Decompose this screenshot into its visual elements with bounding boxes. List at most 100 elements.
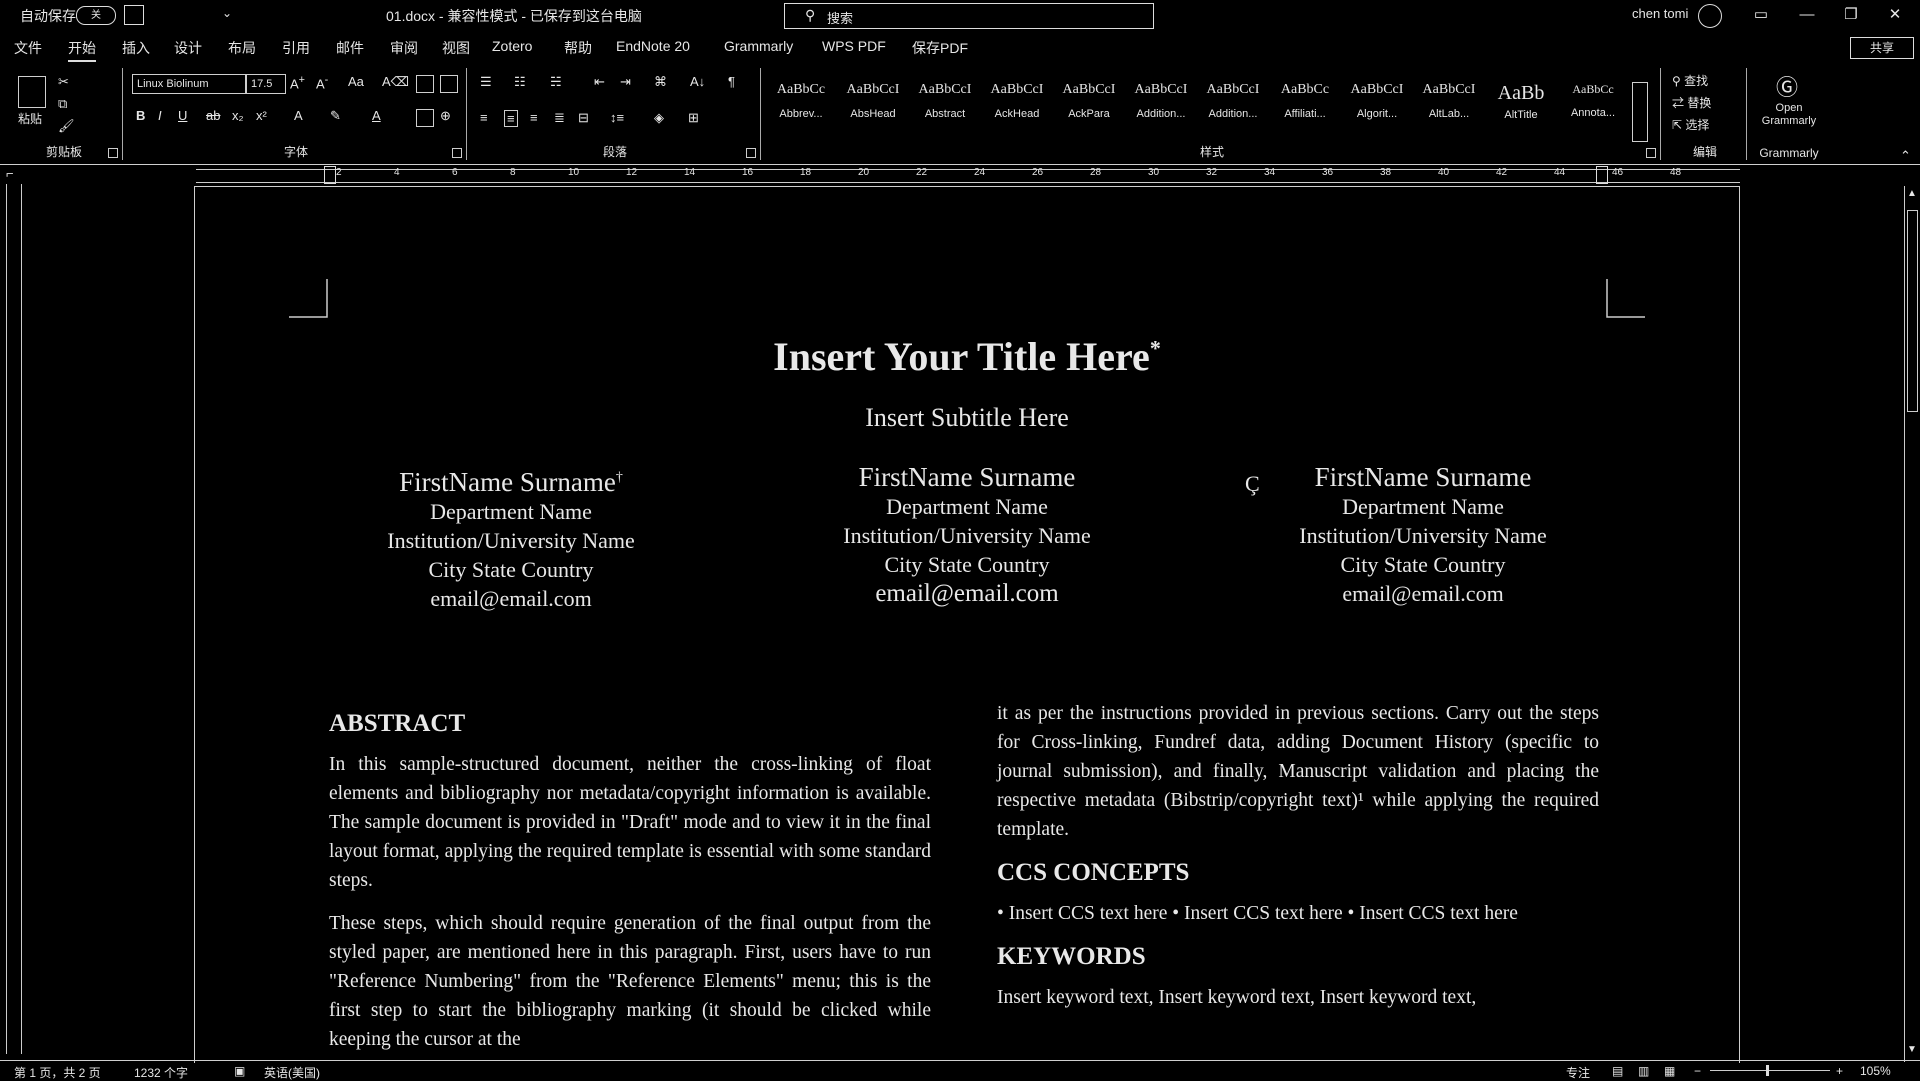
style-alttitle[interactable]: AaBb AltTitle [1486,82,1556,132]
zoom-slider-track[interactable] [1710,1070,1830,1071]
strikethrough-icon[interactable]: ab [206,108,220,123]
line-spacing-icon[interactable]: ↕≡ [610,110,624,125]
grammarly-icon[interactable]: Ⓖ [1776,70,1798,102]
format-painter-icon[interactable]: 🖌 [58,118,75,134]
subscript-icon[interactable]: x₂ [232,108,244,123]
copy-icon[interactable]: ⧉ [58,96,67,112]
scroll-down-icon[interactable]: ▼ [1907,1044,1917,1055]
clipboard-launcher-icon[interactable] [108,148,118,158]
shrink-font-icon[interactable]: A- [316,74,328,91]
sort-icon[interactable]: A↓ [690,74,705,89]
scrollbar-thumb[interactable] [1907,210,1918,412]
zoom-level[interactable]: 105% [1860,1064,1891,1078]
tab-save-pdf[interactable]: 保存PDF [912,38,968,58]
character-shading-icon[interactable] [416,109,434,127]
style-addition-1[interactable]: AaBbCcI Addition... [1126,82,1196,132]
vertical-scrollbar[interactable]: ▲ ▼ [1904,186,1919,1062]
cut-icon[interactable]: ✂ [58,74,69,90]
style-annotation[interactable]: AaBbCc Annota... [1558,82,1628,132]
zoom-slider-knob[interactable] [1766,1065,1769,1076]
character-border-icon[interactable] [440,75,458,93]
show-marks-icon[interactable]: ¶ [728,74,735,89]
replace-button[interactable]: ⇄ 替换 [1672,94,1711,111]
grow-font-icon[interactable]: A+ [290,74,305,91]
right-indent-marker[interactable] [1596,166,1608,184]
word-count[interactable]: 1232 个字 [134,1064,188,1081]
phonetic-guide-icon[interactable] [416,75,434,93]
open-grammarly-button[interactable]: Open Grammarly [1752,102,1826,128]
tab-file[interactable]: 文件 [14,38,42,58]
paragraph-launcher-icon[interactable] [746,148,756,158]
style-altlabel[interactable]: AaBbCcI AltLab... [1414,82,1484,132]
read-mode-icon[interactable]: ▤ [1612,1064,1623,1078]
align-left-icon[interactable]: ≡ [480,110,488,125]
style-ackhead[interactable]: AaBbCcI AckHead [982,82,1052,132]
tab-wps-pdf[interactable]: WPS PDF [822,38,886,54]
tab-zotero[interactable]: Zotero [492,38,532,54]
style-addition-2[interactable]: AaBbCcI Addition... [1198,82,1268,132]
distributed-icon[interactable]: ⊟ [578,110,589,126]
left-column[interactable]: ABSTRACT In this sample-structured docum… [329,703,931,1063]
paper-title[interactable]: Insert Your Title Here* [195,333,1739,380]
change-case-icon[interactable]: Aa [348,74,364,89]
document-page[interactable]: Insert Your Title Here* Insert Subtitle … [194,186,1740,1063]
minimize-icon[interactable]: — [1794,3,1820,27]
focus-mode-button[interactable]: 专注 [1566,1064,1590,1081]
customize-quick-access-icon[interactable]: ⌄ [222,6,232,20]
borders-icon[interactable]: ⊞ [688,110,699,126]
style-algorithm[interactable]: AaBbCcI Algorit... [1342,82,1412,132]
decrease-indent-icon[interactable]: ⇤ [594,74,605,90]
close-icon[interactable]: ✕ [1882,3,1908,27]
superscript-icon[interactable]: x² [256,108,267,123]
language-indicator[interactable]: 英语(美国) [264,1064,320,1081]
page-count[interactable]: 第 1 页，共 2 页 [14,1064,101,1081]
search-box[interactable]: ⚲ 搜索 [784,3,1154,29]
font-name-box[interactable]: Linux Biolinum [132,74,246,94]
style-abbrev[interactable]: AaBbCc Abbrev... [766,82,836,132]
tab-selector-icon[interactable]: ⌐ [6,166,14,181]
align-right-icon[interactable]: ≡ [530,110,538,125]
highlight-icon[interactable]: ✎ [330,108,341,124]
text-effects-icon[interactable]: A [294,108,303,123]
horizontal-ruler[interactable]: ⌐ 2 4 6 8 10 12 14 16 18 20 22 24 26 28 30 32 34 36 38 40 42… [0,166,1920,184]
web-layout-icon[interactable]: ▦ [1664,1064,1675,1078]
tab-mailings[interactable]: 邮件 [336,38,364,58]
author-block-2[interactable]: FirstName Surname Department Name Instit… [777,463,1157,608]
tab-endnote[interactable]: EndNote 20 [616,38,690,54]
user-name[interactable]: chen tomi [1632,6,1688,21]
style-ackpara[interactable]: AaBbCcI AckPara [1054,82,1124,132]
author-block-1[interactable]: FirstName Surname† Department Name Insti… [321,463,701,613]
ribbon-display-options-icon[interactable]: ▭ [1748,3,1774,27]
zoom-out-icon[interactable]: − [1694,1064,1701,1078]
tab-grammarly[interactable]: Grammarly [724,38,793,54]
scroll-up-icon[interactable]: ▲ [1907,188,1917,199]
avatar[interactable] [1698,4,1722,28]
multilevel-list-icon[interactable]: ☵ [550,74,562,90]
underline-icon[interactable]: U [178,108,187,123]
styles-launcher-icon[interactable] [1646,148,1656,158]
font-size-box[interactable]: 17.5 [246,74,286,94]
tab-home[interactable]: 开始 [68,38,96,62]
numbering-icon[interactable]: ☷ [514,74,526,90]
select-button[interactable]: ⇱ 选择 [1672,116,1709,133]
zoom-in-icon[interactable]: + [1836,1064,1843,1078]
italic-icon[interactable]: I [158,108,162,123]
paper-subtitle[interactable]: Insert Subtitle Here [195,403,1739,433]
style-affiliation[interactable]: AaBbCc Affiliati... [1270,82,1340,132]
enclose-characters-icon[interactable]: ⊕ [440,108,451,124]
align-center-icon[interactable]: ≡ [504,110,518,127]
paste-label[interactable]: 粘贴 [18,110,42,127]
share-button[interactable]: 共享 [1850,37,1914,59]
styles-gallery-scroll[interactable] [1632,82,1648,142]
bullets-icon[interactable]: ☰ [480,74,492,90]
style-abshead[interactable]: AaBbCcI AbsHead [838,82,908,132]
increase-indent-icon[interactable]: ⇥ [620,74,631,90]
tab-help[interactable]: 帮助 [564,38,592,58]
justify-icon[interactable]: ≣ [554,110,565,126]
tab-view[interactable]: 视图 [442,38,470,58]
tab-references[interactable]: 引用 [282,38,310,58]
tab-layout[interactable]: 布局 [228,38,256,58]
collapse-ribbon-icon[interactable]: ⌃ [1900,148,1911,164]
tab-review[interactable]: 审阅 [390,38,418,58]
proofing-icon[interactable]: ▣ [234,1064,245,1078]
